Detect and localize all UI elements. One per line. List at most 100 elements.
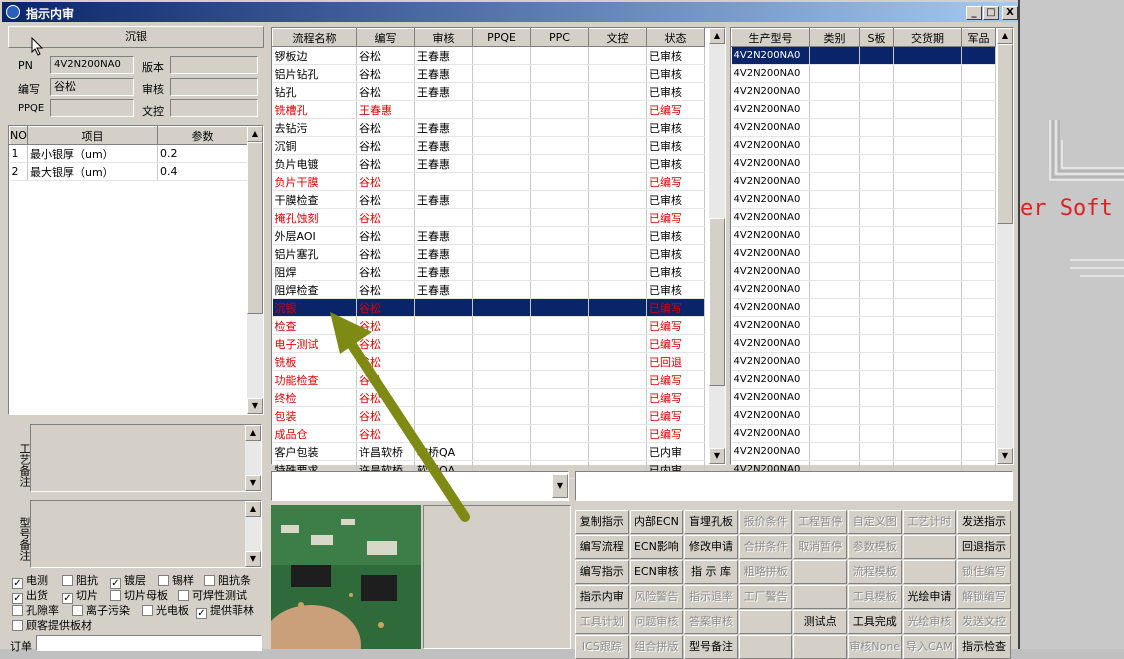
maximize-button[interactable]: □ — [983, 6, 999, 20]
action-button-0-4[interactable]: 工程暂停 — [793, 510, 847, 534]
process-row[interactable]: 阻焊检查 谷松 王春惠 已审核 — [272, 280, 705, 299]
scroll-thumb[interactable] — [997, 44, 1013, 224]
action-button-0-1[interactable]: 内部ECN — [629, 510, 684, 534]
dropdown-arrow-icon[interactable]: ▼ — [552, 474, 568, 498]
checkbox-box[interactable]: ✓ — [196, 608, 207, 619]
scroll-up-icon[interactable]: ▲ — [245, 501, 261, 517]
process-row[interactable]: 钻孔 谷松 王春惠 已审核 — [272, 82, 705, 101]
model-row[interactable]: 4V2N200NA0 — [731, 154, 996, 173]
model-scrollbar[interactable]: ▲ ▼ — [997, 28, 1013, 464]
action-button-5-1[interactable]: 组合拼版 — [629, 635, 684, 659]
action-button-4-0[interactable]: 工具计划 — [575, 610, 629, 634]
action-button-2-2[interactable]: 指 示 库 — [684, 560, 738, 584]
scroll-thumb[interactable] — [247, 142, 263, 314]
version-field[interactable] — [170, 56, 258, 74]
scroll-up-icon[interactable]: ▲ — [997, 28, 1013, 44]
action-button-1-1[interactable]: ECN影响 — [629, 535, 684, 559]
title-bar[interactable]: 指示内审 _ □ X — [2, 2, 1018, 22]
action-button-3-5[interactable]: 工具模板 — [848, 585, 902, 609]
scroll-up-icon[interactable]: ▲ — [709, 28, 725, 44]
empty-button[interactable] — [793, 585, 847, 609]
checkbox-box[interactable] — [204, 575, 215, 586]
review-field[interactable] — [170, 78, 258, 96]
action-button-1-2[interactable]: 修改申请 — [684, 535, 738, 559]
model-row[interactable]: 4V2N200NA0 — [731, 118, 996, 137]
action-button-3-3[interactable]: 工厂警告 — [738, 585, 793, 609]
process-header-5[interactable]: 文控 — [588, 28, 647, 47]
checkbox-8[interactable]: 可焊性测试 — [178, 587, 247, 603]
action-button-3-1[interactable]: 风险警告 — [629, 585, 684, 609]
action-button-0-5[interactable]: 自定义图 — [848, 510, 902, 534]
model-row[interactable]: 4V2N200NA0 — [731, 136, 996, 155]
action-button-0-3[interactable]: 报价条件 — [738, 510, 793, 534]
process-header-2[interactable]: 审核 — [414, 28, 473, 47]
process-note-scrollbar[interactable]: ▲ ▼ — [245, 425, 261, 491]
process-row[interactable]: 阻焊 谷松 王春惠 已审核 — [272, 262, 705, 281]
checkbox-9[interactable]: 孔隙率 — [12, 602, 59, 618]
model-row[interactable]: 4V2N200NA0 — [731, 226, 996, 245]
scroll-down-icon[interactable]: ▼ — [997, 448, 1013, 464]
action-button-1-3[interactable]: 合拼条件 — [738, 535, 793, 559]
scroll-down-icon[interactable]: ▼ — [709, 448, 725, 464]
process-header-0[interactable]: 流程名称 — [272, 28, 357, 47]
action-button-4-1[interactable]: 问题审核 — [629, 610, 684, 634]
ppqe-field[interactable] — [50, 99, 134, 117]
model-row[interactable]: 4V2N200NA0 — [731, 46, 996, 65]
scroll-down-icon[interactable]: ▼ — [245, 551, 261, 567]
process-header-1[interactable]: 编写 — [356, 28, 415, 47]
action-button-2-5[interactable]: 流程模板 — [848, 560, 902, 584]
checkbox-7[interactable]: 切片母板 — [110, 587, 168, 603]
process-row[interactable]: 负片电镀 谷松 王春惠 已审核 — [272, 154, 705, 173]
action-button-5-6[interactable]: 导入CAM — [902, 635, 957, 659]
checkbox-12[interactable]: ✓ 提供菲林 — [196, 602, 254, 619]
model-row[interactable]: 4V2N200NA0 — [731, 406, 996, 425]
action-button-4-6[interactable]: 光绘审核 — [902, 610, 957, 634]
model-row[interactable]: 4V2N200NA0 — [731, 100, 996, 119]
action-button-5-2[interactable]: 型号备注 — [684, 635, 738, 659]
empty-button[interactable] — [902, 535, 957, 559]
checkbox-box[interactable] — [72, 605, 83, 616]
action-button-2-7[interactable]: 锁住编写 — [957, 560, 1011, 584]
action-button-5-0[interactable]: ICS跟踪 — [575, 635, 629, 659]
checkbox-box[interactable] — [12, 605, 23, 616]
model-row[interactable]: 4V2N200NA0 — [731, 262, 996, 281]
process-row[interactable]: 锣板边 谷松 王春惠 已审核 — [272, 46, 705, 65]
action-button-0-6[interactable]: 工艺计时 — [902, 510, 957, 534]
model-row[interactable]: 4V2N200NA0 — [731, 208, 996, 227]
checkbox-box[interactable] — [62, 575, 73, 586]
process-row[interactable]: 外层AOI 谷松 王春惠 已审核 — [272, 226, 705, 245]
checkbox-box[interactable] — [12, 620, 23, 631]
model-row[interactable]: 4V2N200NA0 — [731, 82, 996, 101]
action-button-3-6[interactable]: 光绘申请 — [902, 585, 957, 609]
model-row[interactable]: 4V2N200NA0 — [731, 280, 996, 299]
model-header-3[interactable]: 交货期 — [893, 28, 962, 47]
model-row[interactable]: 4V2N200NA0 — [731, 370, 996, 389]
model-row[interactable]: 4V2N200NA0 — [731, 244, 996, 263]
action-button-0-7[interactable]: 发送指示 — [957, 510, 1011, 534]
model-row[interactable]: 4V2N200NA0 — [731, 424, 996, 443]
model-row[interactable]: 4V2N200NA0 — [731, 298, 996, 317]
process-row[interactable]: 掩孔蚀刻 谷松 已编写 — [272, 208, 705, 227]
param-header-no[interactable]: NO — [9, 126, 28, 145]
model-header-2[interactable]: S板 — [859, 28, 894, 47]
process-row[interactable]: 铝片塞孔 谷松 王春惠 已审核 — [272, 244, 705, 263]
checkbox-box[interactable] — [158, 575, 169, 586]
model-row[interactable]: 4V2N200NA0 — [731, 352, 996, 371]
checkbox-box[interactable] — [110, 590, 121, 601]
action-button-4-7[interactable]: 发送文控 — [957, 610, 1011, 634]
process-row[interactable]: 沉铜 谷松 王春惠 已审核 — [272, 136, 705, 155]
action-button-3-2[interactable]: 指示退率 — [684, 585, 738, 609]
model-row[interactable]: 4V2N200NA0 — [731, 64, 996, 83]
model-row[interactable]: 4V2N200NA0 — [731, 316, 996, 335]
action-button-0-2[interactable]: 盲埋孔板 — [684, 510, 738, 534]
scroll-thumb[interactable] — [709, 218, 725, 386]
checkbox-box[interactable] — [178, 590, 189, 601]
process-scrollbar[interactable]: ▲ ▼ — [709, 28, 725, 464]
checkbox-13[interactable]: 顾客提供板材 — [12, 617, 92, 633]
comment-field[interactable] — [575, 471, 1013, 501]
params-scrollbar[interactable]: ▲ ▼ — [247, 126, 263, 414]
action-button-1-4[interactable]: 取消暂停 — [793, 535, 847, 559]
action-button-0-0[interactable]: 复制指示 — [575, 510, 629, 534]
process-header-4[interactable]: PPC — [530, 28, 589, 47]
process-row[interactable]: 负片干膜 谷松 已编写 — [272, 172, 705, 191]
